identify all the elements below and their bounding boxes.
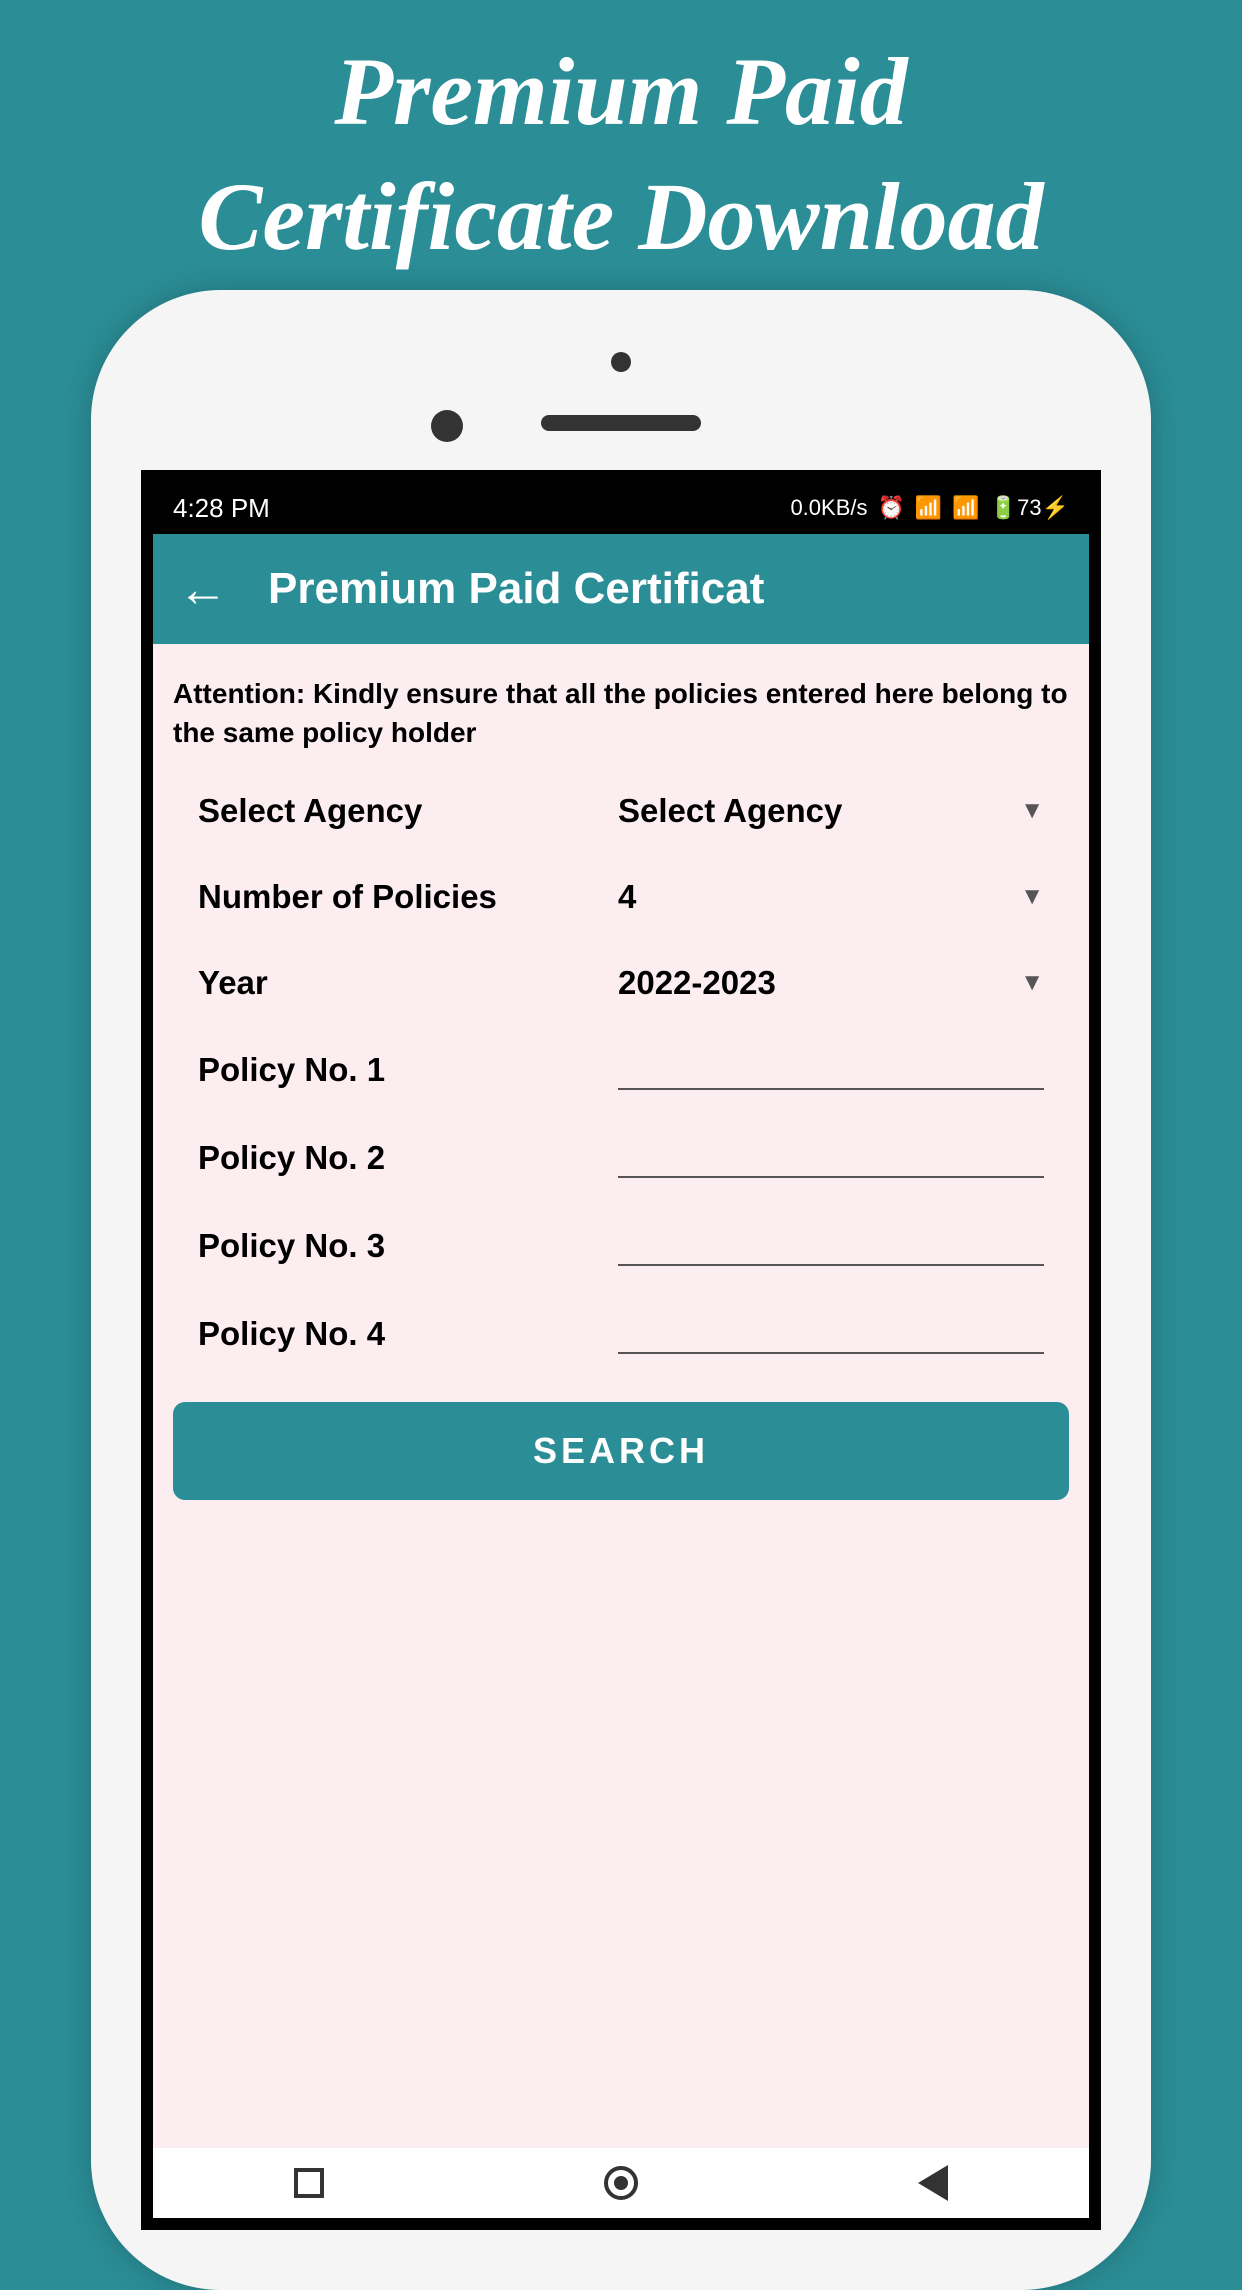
policy4-input[interactable] bbox=[618, 1314, 1044, 1354]
phone-frame: 4:28 PM 0.0KB/s ⏰ 📶 📶 🔋73⚡ ← Premium Pai… bbox=[91, 290, 1151, 2290]
network-speed: 0.0KB/s bbox=[790, 495, 867, 521]
back-button[interactable] bbox=[914, 2164, 952, 2202]
chevron-down-icon: ▼ bbox=[1020, 883, 1044, 911]
app-header: ← Premium Paid Certificat bbox=[153, 534, 1089, 644]
page-title: Premium Paid Certificat bbox=[268, 564, 764, 614]
agency-value: Select Agency bbox=[618, 792, 842, 830]
policies-row: Number of Policies 4 ▼ bbox=[168, 878, 1074, 916]
phone-hardware bbox=[91, 340, 1151, 450]
battery-icon: 🔋73⚡ bbox=[990, 495, 1069, 521]
year-dropdown[interactable]: 2022-2023 ▼ bbox=[618, 964, 1044, 1002]
policy1-label: Policy No. 1 bbox=[198, 1051, 618, 1089]
chevron-down-icon: ▼ bbox=[1020, 969, 1044, 997]
signal-icon: 📶 bbox=[952, 495, 979, 521]
status-bar: 4:28 PM 0.0KB/s ⏰ 📶 📶 🔋73⚡ bbox=[153, 482, 1089, 534]
promo-line1: Premium Paid bbox=[0, 30, 1242, 155]
alarm-icon: ⏰ bbox=[877, 495, 904, 521]
policies-label: Number of Policies bbox=[198, 878, 618, 916]
policies-dropdown[interactable]: 4 ▼ bbox=[618, 878, 1044, 916]
policy2-label: Policy No. 2 bbox=[198, 1139, 618, 1177]
policy3-row: Policy No. 3 bbox=[168, 1226, 1074, 1266]
attention-message: Attention: Kindly ensure that all the po… bbox=[168, 674, 1074, 752]
back-arrow-icon[interactable]: ← bbox=[178, 560, 228, 618]
policy4-row: Policy No. 4 bbox=[168, 1314, 1074, 1354]
speaker bbox=[541, 415, 701, 431]
policy2-input[interactable] bbox=[618, 1138, 1044, 1178]
policies-value: 4 bbox=[618, 878, 636, 916]
content-area: Attention: Kindly ensure that all the po… bbox=[153, 644, 1089, 1530]
policy1-input[interactable] bbox=[618, 1050, 1044, 1090]
recent-apps-button[interactable] bbox=[290, 2164, 328, 2202]
status-time: 4:28 PM bbox=[173, 493, 270, 524]
policy4-label: Policy No. 4 bbox=[198, 1315, 618, 1353]
year-row: Year 2022-2023 ▼ bbox=[168, 964, 1074, 1002]
policy1-row: Policy No. 1 bbox=[168, 1050, 1074, 1090]
agency-row: Select Agency Select Agency ▼ bbox=[168, 792, 1074, 830]
home-button[interactable] bbox=[602, 2164, 640, 2202]
promo-line2: Certificate Download bbox=[0, 155, 1242, 280]
promo-title: Premium Paid Certificate Download bbox=[0, 0, 1242, 280]
camera-dot bbox=[611, 352, 631, 372]
policy3-input[interactable] bbox=[618, 1226, 1044, 1266]
agency-label: Select Agency bbox=[198, 792, 618, 830]
agency-dropdown[interactable]: Select Agency ▼ bbox=[618, 792, 1044, 830]
screen: 4:28 PM 0.0KB/s ⏰ 📶 📶 🔋73⚡ ← Premium Pai… bbox=[141, 470, 1101, 2230]
search-button[interactable]: SEARCH bbox=[173, 1402, 1069, 1500]
status-right: 0.0KB/s ⏰ 📶 📶 🔋73⚡ bbox=[790, 495, 1069, 521]
volte-icon: 📶 bbox=[915, 495, 942, 521]
year-value: 2022-2023 bbox=[618, 964, 776, 1002]
front-camera bbox=[431, 410, 463, 442]
policy2-row: Policy No. 2 bbox=[168, 1138, 1074, 1178]
policy3-label: Policy No. 3 bbox=[198, 1227, 618, 1265]
year-label: Year bbox=[198, 964, 618, 1002]
chevron-down-icon: ▼ bbox=[1020, 797, 1044, 825]
